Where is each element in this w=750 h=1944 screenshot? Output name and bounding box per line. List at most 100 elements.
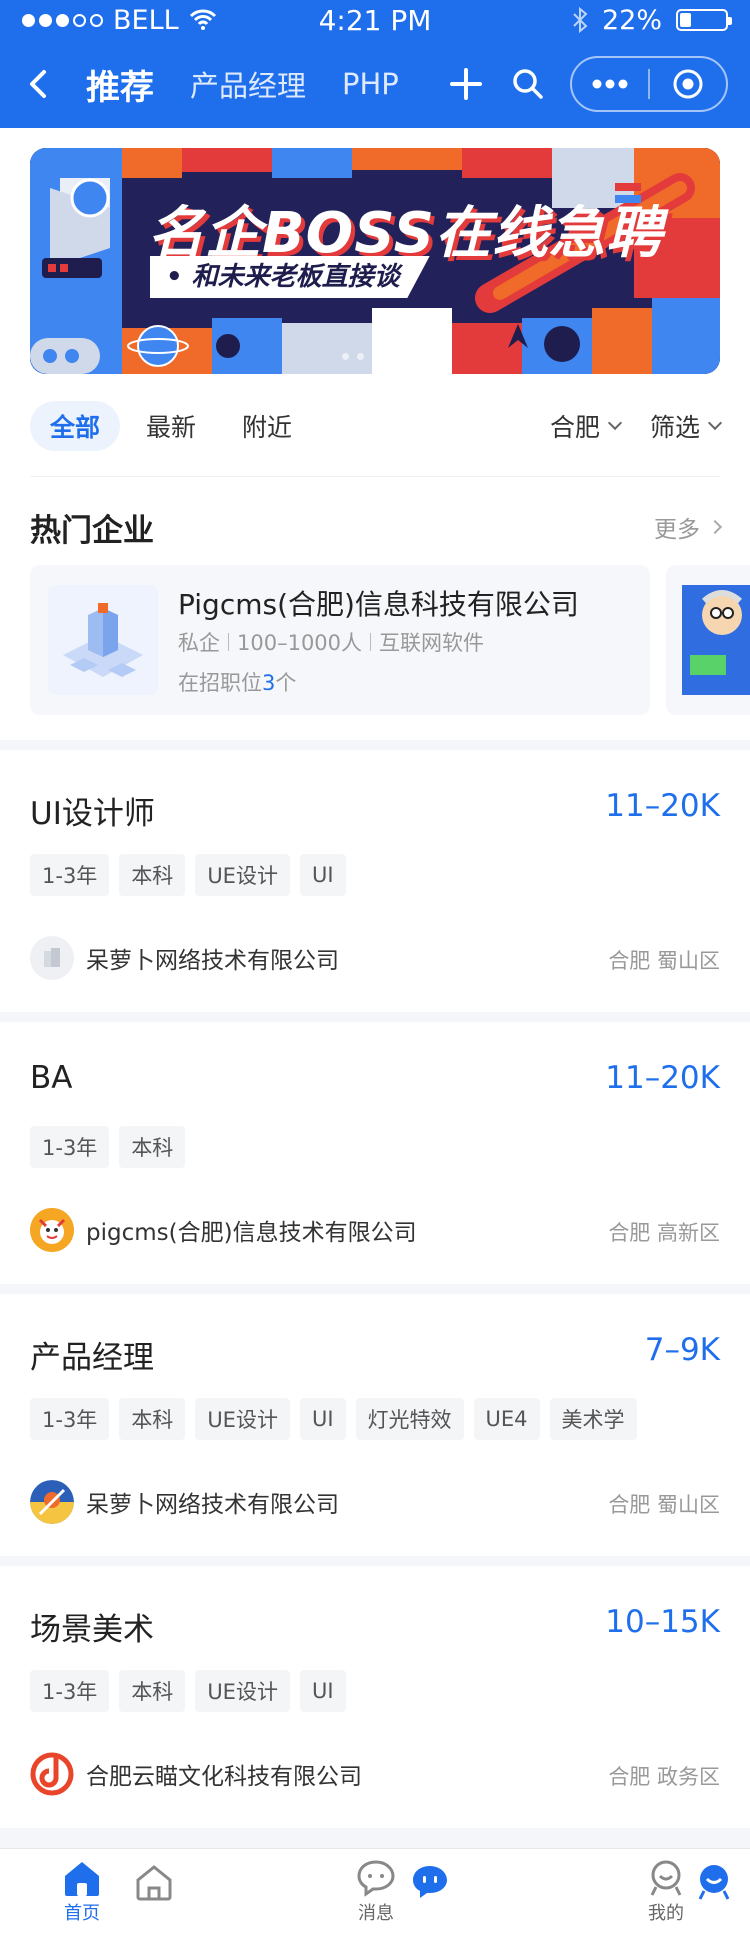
job-tag: 本科	[119, 854, 186, 896]
nav-tab-php[interactable]: PHP	[342, 67, 399, 101]
job-location: 合肥 高新区	[608, 1221, 720, 1245]
job-tag: UI	[299, 854, 346, 896]
nav-tab-product-manager[interactable]: 产品经理	[190, 63, 306, 105]
company-avatar	[30, 1752, 74, 1796]
carrier-label: BELL	[113, 4, 179, 36]
job-location: 合肥 政务区	[608, 1765, 720, 1789]
screen-label: 筛选	[649, 413, 700, 442]
job-tag: UI	[299, 1398, 346, 1440]
company-size: 100–1000人	[237, 631, 363, 655]
job-title: 场景美术	[30, 1612, 154, 1648]
job-tag: 本科	[119, 1670, 186, 1712]
status-time: 4:21 PM	[318, 3, 432, 37]
hot-company-card[interactable]: Pigcms(合肥)信息科技有限公司 私企 100–1000人 互联网软件 在招…	[30, 565, 650, 715]
company-avatar	[30, 1208, 74, 1252]
city-label: 合肥	[549, 413, 600, 442]
company-meta: 私企 100–1000人 互联网软件	[178, 627, 484, 657]
job-title: BA	[30, 1060, 73, 1096]
back-arrow-icon[interactable]	[22, 66, 58, 102]
job-card[interactable]: BA 11–20K 1-3年 本科 pigcms(合肥)信息技术有限公司 合肥 …	[0, 1022, 750, 1284]
job-location: 合肥 蜀山区	[608, 1493, 720, 1517]
open-jobs-suffix: 个	[275, 671, 297, 695]
job-card[interactable]: UI设计师 11–20K 1-3年 本科 UE设计 UI 呆萝卜网络技术有限公司…	[0, 750, 750, 1012]
job-tag: UE设计	[195, 1670, 290, 1712]
nav-tab-recommend[interactable]: 推荐	[86, 60, 154, 109]
job-tags: 1-3年 本科 UE设计 UI	[30, 1670, 346, 1712]
job-tag: 1-3年	[30, 1670, 110, 1712]
section-title-hot-companies: 热门企业	[30, 513, 154, 549]
job-tag: 1-3年	[30, 1398, 110, 1440]
tab-messages-label: 消息	[358, 1903, 394, 1924]
job-salary: 11–20K	[605, 1060, 720, 1096]
open-jobs-count: 3	[262, 671, 276, 695]
message-filled-icon	[413, 1866, 447, 1898]
screen-dropdown[interactable]: 筛选	[649, 408, 723, 444]
nav-bar: 推荐 产品经理 PHP	[0, 40, 750, 128]
company-logo	[666, 565, 750, 715]
city-dropdown[interactable]: 合肥	[549, 408, 623, 444]
divider	[30, 476, 720, 477]
chevron-right-icon	[707, 519, 723, 535]
company-avatar	[30, 1480, 74, 1524]
banner-pagination	[342, 353, 390, 360]
company-name: 呆萝卜网络技术有限公司	[86, 948, 339, 974]
promo-banner[interactable]: 名企BOSS在线急聘 • 和未来老板直接谈	[30, 148, 720, 374]
tab-mine-label: 我的	[648, 1903, 684, 1924]
job-company: 合肥云瞄文化科技有限公司	[30, 1752, 362, 1796]
home-icon	[65, 1862, 99, 1896]
job-salary: 10–15K	[605, 1604, 720, 1640]
signal-icon	[22, 13, 103, 27]
company-name: Pigcms(合肥)信息科技有限公司	[178, 588, 579, 621]
message-outline-icon	[357, 1860, 395, 1897]
job-tag: 美术学	[549, 1398, 637, 1440]
job-tags: 1-3年 本科	[30, 1126, 186, 1168]
company-name: 合肥云瞄文化科技有限公司	[86, 1764, 362, 1790]
job-tag: UE4	[473, 1398, 540, 1440]
job-title: UI设计师	[30, 796, 155, 832]
company-open-jobs: 在招职位3个	[178, 667, 296, 697]
filter-nearby[interactable]: 附近	[222, 401, 312, 451]
filter-all[interactable]: 全部	[30, 401, 121, 451]
user-outline-icon	[650, 1860, 682, 1896]
job-tag: UI	[299, 1670, 346, 1712]
job-company: pigcms(合肥)信息技术有限公司	[30, 1208, 417, 1252]
tab-messages[interactable]: 消息	[356, 1859, 396, 1925]
bottom-tab-bar: 首页 消息 我的	[0, 1848, 750, 1944]
job-tag: 1-3年	[30, 1126, 110, 1168]
company-avatar	[30, 936, 74, 980]
more-label: 更多	[654, 517, 700, 543]
job-tag: 本科	[119, 1126, 186, 1168]
filter-latest[interactable]: 最新	[126, 401, 216, 451]
job-location: 合肥 蜀山区	[608, 949, 720, 973]
company-name: pigcms(合肥)信息技术有限公司	[86, 1220, 417, 1246]
wifi-icon	[189, 9, 216, 30]
job-title: 产品经理	[30, 1340, 154, 1376]
job-tag: UE设计	[195, 1398, 290, 1440]
job-salary: 11–20K	[605, 788, 720, 824]
more-link[interactable]: 更多	[654, 510, 723, 544]
add-icon[interactable]	[446, 64, 486, 104]
bluetooth-icon	[573, 7, 588, 33]
tab-home-label: 首页	[64, 1903, 100, 1924]
next-company-card[interactable]	[666, 565, 750, 715]
home-outline-icon	[136, 1865, 172, 1901]
company-logo	[48, 585, 158, 695]
user-filled-icon	[698, 1865, 730, 1900]
job-company: 呆萝卜网络技术有限公司	[30, 936, 339, 980]
job-card[interactable]: 场景美术 10–15K 1-3年 本科 UE设计 UI 合肥云瞄文化科技有限公司…	[0, 1566, 750, 1828]
search-icon[interactable]	[508, 64, 548, 104]
company-name: 呆萝卜网络技术有限公司	[86, 1492, 339, 1518]
more-icon[interactable]	[572, 58, 648, 110]
filter-bar: 全部 最新 附近 合肥 筛选	[30, 400, 723, 452]
job-company: 呆萝卜网络技术有限公司	[30, 1480, 339, 1524]
banner-subtitle: • 和未来老板直接谈	[150, 256, 430, 298]
tab-home[interactable]: 首页	[62, 1859, 102, 1925]
job-card[interactable]: 产品经理 7–9K 1-3年 本科 UE设计 UI 灯光特效 UE4 美术学 呆…	[0, 1294, 750, 1556]
job-tag: 灯光特效	[355, 1398, 464, 1440]
close-miniprogram-icon[interactable]	[650, 58, 726, 110]
job-tag: 本科	[119, 1398, 186, 1440]
status-bar: BELL 4:21 PM 22%	[0, 0, 750, 40]
tab-mine[interactable]: 我的	[646, 1859, 686, 1925]
company-type: 私企	[178, 631, 220, 655]
battery-icon	[675, 9, 732, 31]
